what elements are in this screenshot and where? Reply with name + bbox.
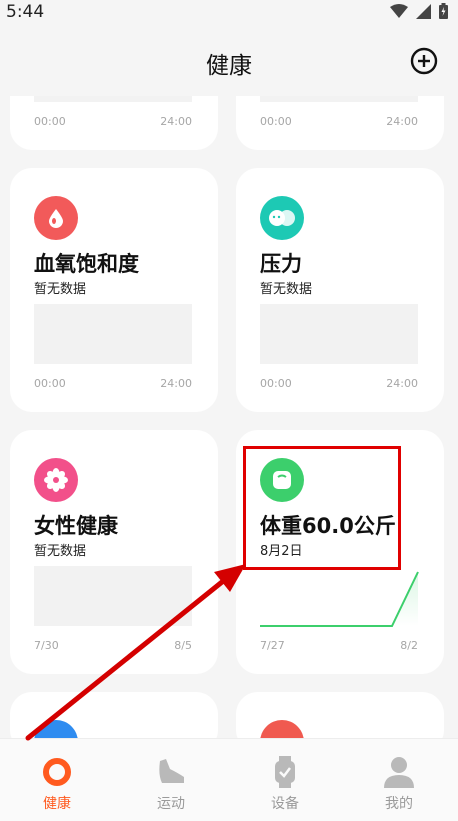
stress-card[interactable]: 压力 暂无数据 00:00 24:00 bbox=[236, 168, 444, 412]
tab-health[interactable]: 健康 bbox=[0, 739, 114, 821]
highlight-box bbox=[243, 446, 401, 570]
status-time: 5:44 bbox=[6, 2, 45, 22]
chart-placeholder bbox=[34, 304, 192, 364]
tab-label: 运动 bbox=[157, 796, 185, 812]
add-circle-icon[interactable] bbox=[410, 47, 438, 75]
card-title: 血氧饱和度 bbox=[34, 252, 139, 276]
page-title: 健康 bbox=[206, 53, 252, 79]
card-subtitle: 暂无数据 bbox=[34, 544, 87, 559]
tab-label: 健康 bbox=[43, 796, 71, 812]
card-title: 女性健康 bbox=[34, 514, 118, 538]
watch-icon bbox=[275, 756, 295, 788]
axis-end-label: 24:00 bbox=[160, 115, 192, 128]
card-title: 压力 bbox=[260, 252, 302, 276]
partial-card-left[interactable]: 00:00 24:00 bbox=[10, 96, 218, 150]
status-bar: 5:44 bbox=[0, 0, 458, 24]
tab-device[interactable]: 设备 bbox=[228, 739, 342, 821]
partial-chart-right bbox=[260, 96, 418, 102]
tab-profile[interactable]: 我的 bbox=[342, 739, 456, 821]
bottom-tab-bar: 健康 运动 设备 我的 bbox=[0, 738, 458, 821]
axis-start-label: 7/30 bbox=[34, 639, 59, 652]
signal-icon bbox=[416, 3, 431, 19]
chart-placeholder bbox=[34, 566, 192, 626]
axis-start-label: 00:00 bbox=[260, 115, 292, 128]
card-subtitle: 暂无数据 bbox=[34, 282, 87, 297]
axis-end-label: 24:00 bbox=[386, 115, 418, 128]
weight-trend-line bbox=[260, 571, 419, 627]
tab-exercise[interactable]: 运动 bbox=[114, 739, 228, 821]
axis-start-label: 00:00 bbox=[34, 377, 66, 390]
axis-end-label: 24:00 bbox=[160, 377, 192, 390]
axis-start-label: 00:00 bbox=[260, 377, 292, 390]
axis-start-label: 00:00 bbox=[34, 115, 66, 128]
female-health-card[interactable]: 女性健康 暂无数据 7/30 8/5 bbox=[10, 430, 218, 674]
stress-face-icon bbox=[260, 196, 304, 240]
axis-end-label: 8/2 bbox=[400, 639, 418, 652]
tab-label: 我的 bbox=[385, 796, 413, 812]
axis-end-label: 8/5 bbox=[174, 639, 192, 652]
tab-label: 设备 bbox=[271, 796, 299, 812]
wifi-icon bbox=[390, 4, 408, 18]
axis-end-label: 24:00 bbox=[386, 377, 418, 390]
person-icon bbox=[384, 757, 414, 788]
axis-start-label: 7/27 bbox=[260, 639, 285, 652]
header: 健康 bbox=[0, 30, 458, 90]
shoe-icon bbox=[159, 759, 184, 783]
health-ring-icon bbox=[43, 758, 71, 786]
card-subtitle: 暂无数据 bbox=[260, 282, 313, 297]
blood-drop-icon bbox=[34, 196, 78, 240]
blood-oxygen-card[interactable]: 血氧饱和度 暂无数据 00:00 24:00 bbox=[10, 168, 218, 412]
status-icons bbox=[390, 3, 448, 19]
partial-chart-left bbox=[34, 96, 192, 102]
chart-placeholder bbox=[260, 304, 418, 364]
battery-icon bbox=[439, 3, 448, 19]
partial-card-right[interactable]: 00:00 24:00 bbox=[236, 96, 444, 150]
weight-trend-chart bbox=[260, 571, 419, 627]
flower-icon bbox=[34, 458, 78, 502]
